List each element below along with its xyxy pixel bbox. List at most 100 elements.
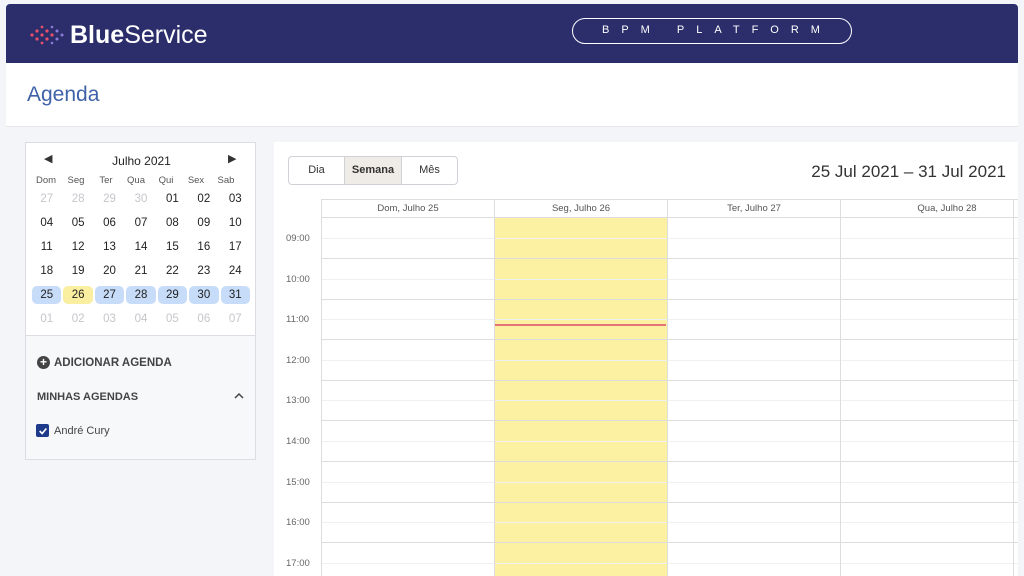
time-label: 15:00 [286,476,310,488]
mini-calendar-day[interactable]: 03 [221,190,250,208]
day-header[interactable]: Ter, Julho 27 [667,199,840,218]
day-header[interactable]: Qua, Julho 28 [840,199,1018,218]
mini-calendar-day[interactable]: 03 [95,310,124,328]
weekday-label: Sab [217,175,235,186]
top-bar: BlueService BPM PLATFORM [6,4,1018,63]
weekday-label: Ter [99,175,113,186]
hour-line [321,258,1018,259]
view-month-button[interactable]: Mês [402,157,457,184]
weekday-label: Sex [187,175,205,186]
mini-calendar-week: 25 26 27 28 29 30 31 [31,283,251,307]
logo-bold: Blue [70,20,125,49]
chevron-up-icon[interactable] [234,391,244,403]
checkbox-checked[interactable] [36,424,49,437]
time-label: 17:00 [286,557,310,569]
mini-calendar-day[interactable]: 01 [32,310,61,328]
logo-light: Service [124,20,208,49]
platform-badge: BPM PLATFORM [572,18,852,44]
mini-calendar-day[interactable]: 02 [63,310,92,328]
day-column-divider [667,199,668,576]
mini-calendar-week: 27 28 29 30 01 02 03 [31,187,251,211]
mini-calendar-day[interactable]: 28 [126,286,156,304]
page-header: Agenda [6,63,1018,127]
mini-calendar-week: 04 05 06 07 08 09 10 [31,211,251,235]
mini-calendar-day[interactable]: 19 [63,262,92,280]
calendar-item[interactable]: André Cury [36,424,110,437]
mini-calendar-day[interactable]: 07 [126,214,155,232]
mini-calendar-day[interactable]: 30 [126,190,155,208]
mini-calendar-day[interactable]: 10 [221,214,250,232]
page-title: Agenda [27,83,100,106]
half-hour-line [321,562,1018,564]
mini-calendar-day[interactable]: 25 [32,286,62,304]
hour-line [321,542,1018,544]
mini-calendar-day[interactable]: 15 [158,238,187,256]
day-header[interactable]: Seg, Julho 26 [494,199,667,218]
mini-calendar-day[interactable]: 07 [221,310,250,328]
mini-calendar: ◀ Julho 2021 ▶ Dom Seg Ter Qua Qui Sex Sab 27 2… [25,142,256,336]
day-column-divider [494,199,495,576]
mini-calendar-day[interactable]: 27 [32,190,61,208]
mini-calendar-day[interactable]: 20 [95,262,124,280]
triangle-right-icon[interactable]: ▶ [228,152,236,165]
view-day-button[interactable]: Dia [289,157,345,184]
mini-calendar-day[interactable]: 06 [95,214,124,232]
date-range-label: 25 Jul 2021 – 31 Jul 2021 [811,162,1006,181]
mini-calendar-day[interactable]: 27 [94,286,125,304]
mini-calendar-day[interactable]: 01 [158,190,187,208]
mini-calendar-day[interactable]: 31 [220,286,250,304]
hour-line [321,501,1018,503]
dots-logo-icon [30,25,64,45]
mini-calendar-day[interactable]: 11 [32,238,61,256]
calendars-panel: + ADICIONAR AGENDA MINHAS AGENDAS André … [25,336,256,460]
weekday-label: Dom [35,175,57,186]
time-label: 16:00 [286,517,310,529]
mini-calendar-day[interactable]: 23 [189,262,218,280]
half-hour-line [321,400,1018,402]
mini-calendar-day[interactable]: 26 [63,286,93,304]
hour-line [321,298,1018,300]
weekday-label: Qui [158,175,174,186]
mini-calendar-day[interactable]: 02 [189,190,218,208]
mini-calendar-day[interactable]: 05 [63,214,92,232]
mini-calendar-day[interactable]: 06 [189,310,218,328]
mini-calendar-day[interactable]: 05 [158,310,187,328]
half-hour-line [321,319,1018,321]
half-hour-line [321,481,1018,483]
calendar-item-label: André Cury [54,424,110,437]
time-grid: Dom, Julho 25 Seg, Julho 26 Ter, Julho 27 Q… [274,199,1018,576]
time-label: 09:00 [286,233,310,244]
add-calendar-button[interactable]: + ADICIONAR AGENDA [37,356,172,369]
mini-calendar-day[interactable]: 04 [126,310,155,328]
mini-calendar-day[interactable]: 21 [126,262,155,280]
view-week-button[interactable]: Semana [345,157,402,184]
mini-calendar-day[interactable]: 13 [95,238,124,256]
mini-calendar-day[interactable]: 22 [158,262,187,280]
day-header[interactable]: Dom, Julho 25 [321,199,494,218]
mini-calendar-day[interactable]: 29 [95,190,124,208]
half-hour-line [321,522,1018,524]
mini-calendar-day[interactable]: 09 [189,214,218,232]
view-switcher: Dia Semana Mês [288,156,458,185]
logo-text: BlueService [70,21,208,50]
mini-calendar-day[interactable]: 04 [32,214,61,232]
half-hour-line [321,441,1018,442]
mini-calendar-day[interactable]: 18 [32,262,61,280]
time-label: 11:00 [286,314,310,326]
mini-calendar-day[interactable]: 30 [189,286,219,304]
mini-calendar-day[interactable]: 17 [221,238,250,256]
current-time-line [494,324,666,326]
logo[interactable]: BlueService [26,20,208,50]
mini-calendar-day[interactable]: 29 [157,286,188,304]
mini-calendar-day[interactable]: 12 [63,238,92,256]
mini-calendar-day[interactable]: 14 [126,238,155,256]
mini-calendar-day[interactable]: 08 [158,214,187,232]
day-column-divider [321,199,322,576]
mini-calendar-week: 18 19 20 21 22 23 24 [31,259,251,283]
plus-circle-icon: + [37,356,50,369]
mini-calendar-day[interactable]: 16 [189,238,218,256]
mini-calendar-day[interactable]: 24 [221,262,250,280]
weekday-label: Seg [67,175,85,186]
day-column-divider [1013,199,1014,576]
mini-calendar-day[interactable]: 28 [63,190,92,208]
